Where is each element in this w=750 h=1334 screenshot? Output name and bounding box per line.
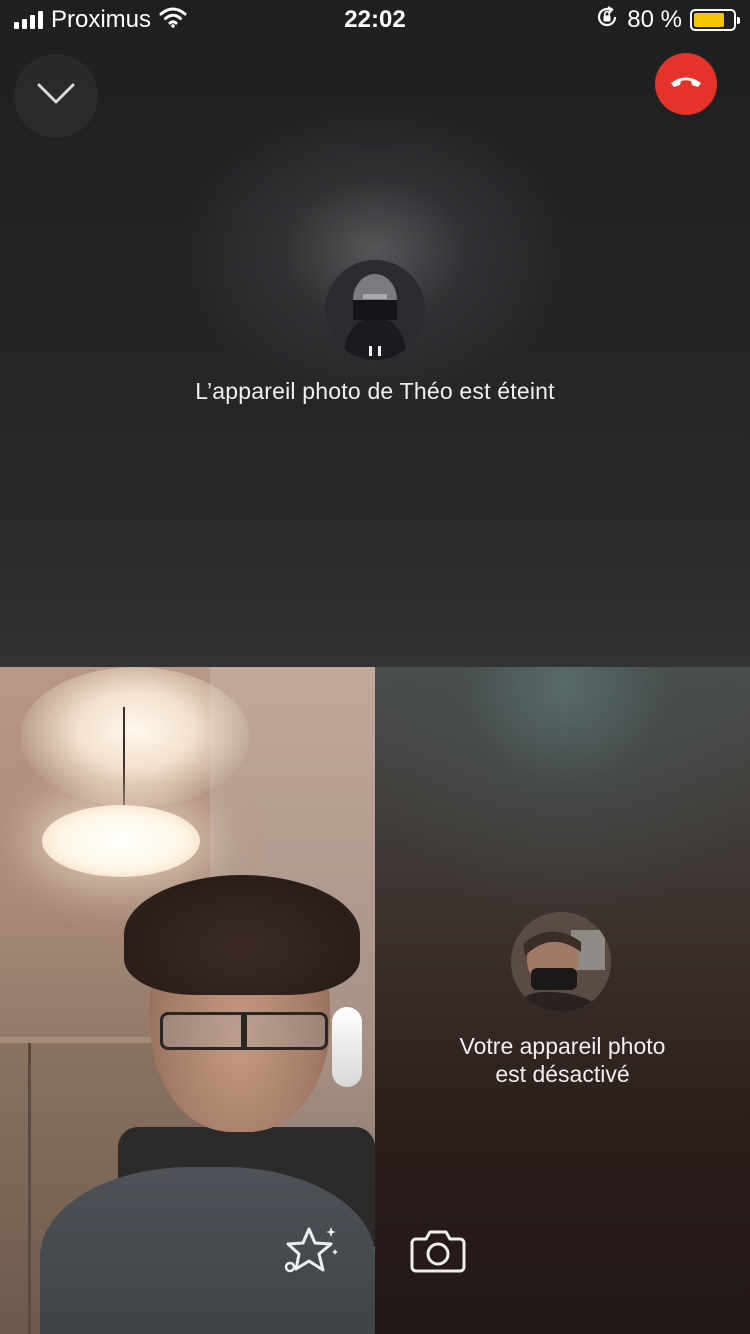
phone-hangup-icon [669,74,703,95]
orientation-lock-icon [595,5,619,36]
effects-button[interactable] [282,1222,342,1282]
own-avatar [511,912,611,1012]
battery-icon [690,9,740,31]
own-camera-off-message: Votre appareil photo est désactivé [459,1033,666,1087]
camera-toggle-button[interactable] [408,1222,468,1282]
chevron-down-icon [36,82,76,111]
status-bar: Proximus 22:02 80 % [0,0,750,40]
remote-participant-avatar [325,260,425,360]
signal-icon [14,11,43,29]
sparkle-star-icon [283,1221,341,1284]
battery-percent: 80 % [627,6,682,33]
camera-icon [410,1227,466,1278]
call-controls [0,1222,750,1282]
wifi-icon [159,6,187,35]
remote-participant-pane: L’appareil photo de Théo est éteint [0,0,750,667]
end-call-button[interactable] [655,53,717,115]
carrier-name: Proximus [51,6,152,33]
remote-camera-off-message: L’appareil photo de Théo est éteint [195,378,555,404]
battery-level-fill [694,13,725,27]
minimize-call-button[interactable] [14,54,98,138]
